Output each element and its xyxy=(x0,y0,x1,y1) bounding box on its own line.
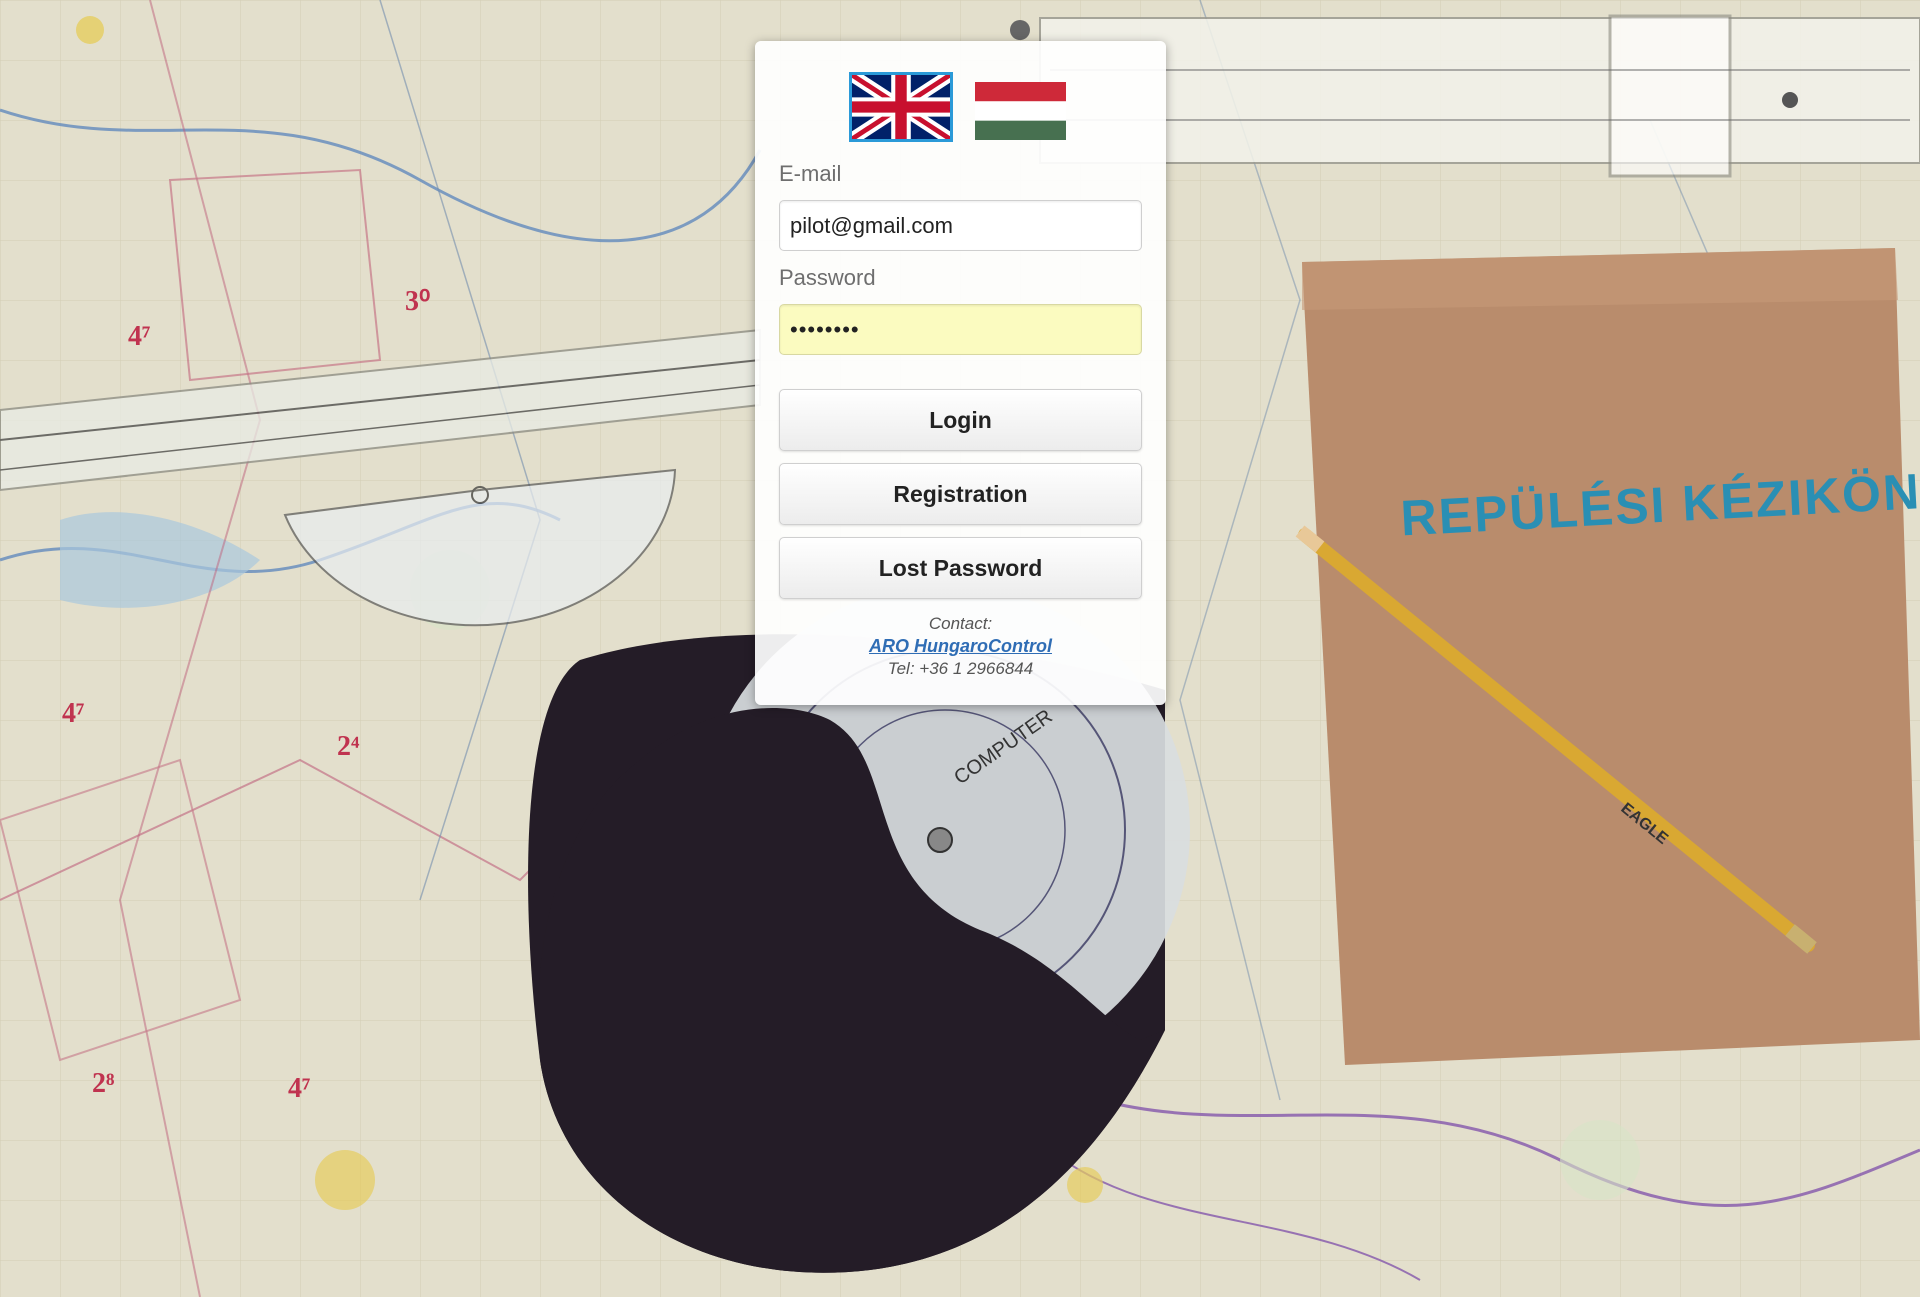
email-field[interactable] xyxy=(779,200,1142,251)
page: 3⁰ 4⁷ 2⁴ 2⁴ 4⁷ 2⁸ 4⁷ 2⁶ xyxy=(0,0,1920,1297)
lost-password-button[interactable]: Lost Password xyxy=(779,537,1142,599)
contact-info: Contact: ARO HungaroControl Tel: +36 1 2… xyxy=(755,613,1166,680)
password-field[interactable] xyxy=(779,304,1142,355)
map-number: 3⁰ xyxy=(405,286,430,317)
hungary-flag-graphic xyxy=(975,82,1066,140)
login-panel: E-mail Password Login Registration Lost … xyxy=(755,41,1166,705)
uk-flag-icon[interactable] xyxy=(848,69,954,145)
uk-flag-graphic xyxy=(848,69,954,145)
logbook: REPÜLÉSI KÉZIKÖNYV xyxy=(1302,248,1920,1065)
login-button[interactable]: Login xyxy=(779,389,1142,451)
contact-label: Contact: xyxy=(928,614,993,633)
map-number: 2⁸ xyxy=(92,1068,114,1099)
hungary-flag-icon[interactable] xyxy=(975,82,1066,140)
map-number: 4⁷ xyxy=(62,698,84,729)
contact-phone: Tel: +36 1 2966844 xyxy=(887,659,1034,678)
map-number: 4⁷ xyxy=(288,1073,310,1104)
contact-link[interactable]: ARO HungaroControl xyxy=(869,636,1052,656)
email-label: E-mail xyxy=(779,161,842,186)
language-selector xyxy=(755,69,1166,145)
map-number: 4⁷ xyxy=(128,321,150,352)
registration-button[interactable]: Registration xyxy=(779,463,1142,525)
password-label: Password xyxy=(779,265,876,290)
map-number: 2⁴ xyxy=(337,731,360,762)
